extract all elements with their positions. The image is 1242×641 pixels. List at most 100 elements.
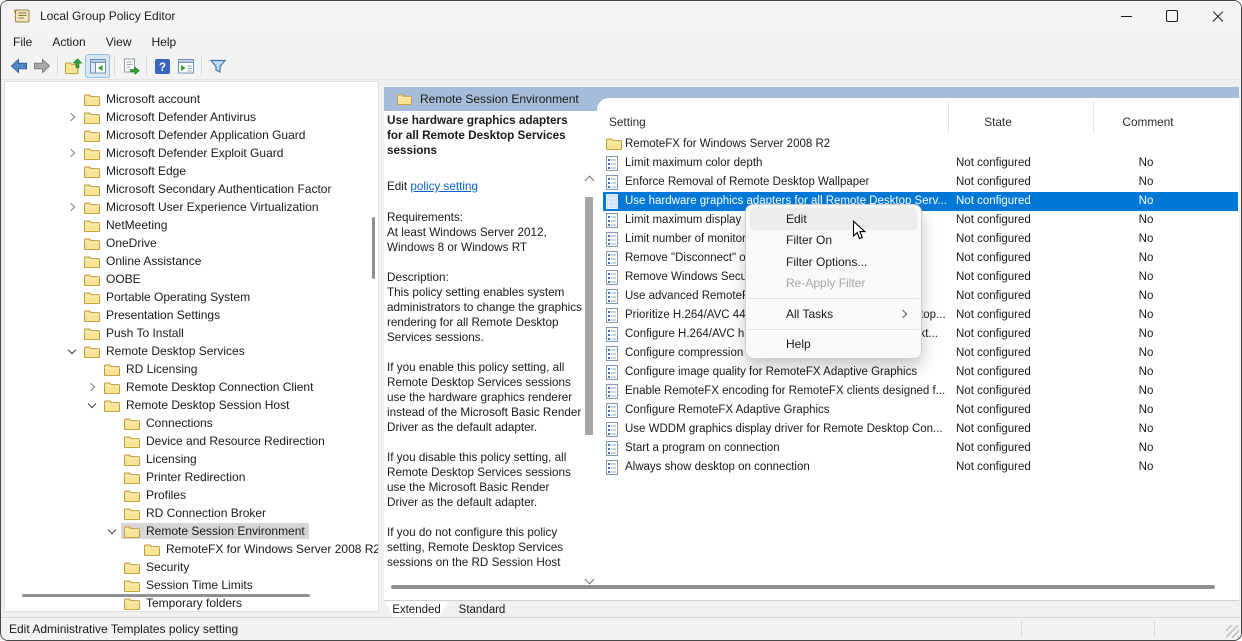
tree-item[interactable]: Remote Desktop Session Host [5, 396, 378, 414]
resize-grip[interactable] [1226, 625, 1239, 638]
context-menu-item-edit[interactable]: Edit [750, 208, 917, 230]
folder-icon [124, 579, 140, 592]
menubar-item-help[interactable]: Help [142, 32, 187, 52]
tree-item[interactable]: Microsoft User Experience Virtualization [5, 198, 378, 216]
description-scrollbar[interactable] [582, 175, 596, 585]
setting-name: RemoteFX for Windows Server 2008 R2 [625, 138, 830, 150]
policy-setting-icon [606, 213, 618, 228]
settings-row[interactable]: Always show desktop on connectionNot con… [603, 458, 1238, 477]
tree-vertical-scrollbar[interactable] [372, 217, 375, 279]
tree-item[interactable]: Profiles [5, 486, 378, 504]
tree-item[interactable]: RD Connection Broker [5, 504, 378, 522]
tab-standard[interactable]: Standard [449, 601, 515, 618]
description-section-text: At least Windows Server 2012, Windows 8 … [387, 225, 583, 255]
scroll-up-icon[interactable] [585, 176, 595, 186]
tree-item[interactable]: Microsoft Defender Antivirus [5, 108, 378, 126]
toolbar-filter-button[interactable] [206, 55, 229, 77]
settings-row[interactable]: Configure image quality for RemoteFX Ada… [603, 363, 1238, 382]
tree-item[interactable]: Connections [5, 414, 378, 432]
setting-state: Not configured [956, 404, 1051, 416]
column-header-comment[interactable]: Comment [1093, 115, 1203, 134]
tree-item[interactable]: Online Assistance [5, 252, 378, 270]
description-scrollbar-thumb[interactable] [585, 197, 593, 435]
chevron-right-icon[interactable] [63, 198, 81, 216]
setting-state: Not configured [956, 385, 1051, 397]
column-header-state[interactable]: State [948, 115, 1048, 134]
tree-item[interactable]: Licensing [5, 450, 378, 468]
setting-name: Enable RemoteFX encoding for RemoteFX cl… [625, 385, 945, 397]
tree-item[interactable]: Microsoft Edge [5, 162, 378, 180]
chevron-down-icon[interactable] [63, 342, 81, 360]
tree-item[interactable]: RemoteFX for Windows Server 2008 R2 [5, 540, 378, 558]
chevron-right-icon[interactable] [63, 108, 81, 126]
tree-item[interactable]: Remote Desktop Services [5, 342, 378, 360]
menubar-item-view[interactable]: View [96, 32, 142, 52]
toolbar-up-one-level-button[interactable] [62, 55, 85, 77]
tree-item[interactable]: OneDrive [5, 234, 378, 252]
minimize-button[interactable] [1103, 1, 1149, 31]
tree-item[interactable]: RD Licensing [5, 360, 378, 378]
menubar-item-action[interactable]: Action [42, 32, 95, 52]
tree-item[interactable]: Remote Session Environment [5, 522, 378, 540]
tree-item[interactable]: Push To Install [5, 324, 378, 342]
tree-item[interactable]: Microsoft Defender Application Guard [5, 126, 378, 144]
settings-row[interactable]: Enable RemoteFX encoding for RemoteFX cl… [603, 382, 1238, 401]
close-button[interactable] [1195, 1, 1241, 31]
toolbar-export-list-button[interactable] [119, 55, 142, 77]
chevron-placeholder [103, 486, 121, 504]
policy-setting-link[interactable]: policy setting [410, 180, 478, 193]
tree-item[interactable]: NetMeeting [5, 216, 378, 234]
tree-item[interactable]: Remote Desktop Connection Client [5, 378, 378, 396]
settings-row[interactable]: Use WDDM graphics display driver for Rem… [603, 420, 1238, 439]
tree-item[interactable]: Microsoft Secondary Authentication Facto… [5, 180, 378, 198]
toolbar-help-button[interactable]: ? [151, 55, 174, 77]
tree-item[interactable]: Session Time Limits [5, 576, 378, 594]
settings-row[interactable]: Configure RemoteFX Adaptive GraphicsNot … [603, 401, 1238, 420]
chevron-down-icon[interactable] [103, 522, 121, 540]
tree-item-body: Temporary folders [121, 595, 246, 611]
context-menu-item-all-tasks[interactable]: All Tasks [750, 303, 917, 325]
toolbar-show-console-tree-button[interactable] [85, 54, 110, 78]
tree-item[interactable]: Security [5, 558, 378, 576]
menubar-item-file[interactable]: File [3, 32, 42, 52]
tree-item[interactable]: OOBE [5, 270, 378, 288]
close-icon [1212, 10, 1224, 22]
folder-icon [124, 525, 140, 538]
context-menu-item-help[interactable]: Help [750, 334, 917, 356]
settings-row[interactable]: Start a program on connectionNot configu… [603, 439, 1238, 458]
tree-item[interactable]: Portable Operating System [5, 288, 378, 306]
tree-item[interactable]: Microsoft account [5, 90, 378, 108]
tree-item[interactable]: Printer Redirection [5, 468, 378, 486]
chevron-right-icon[interactable] [63, 144, 81, 162]
setting-comment: No [1106, 195, 1186, 207]
context-menu-item-filter-options[interactable]: Filter Options... [750, 251, 917, 273]
column-header-setting[interactable]: Setting [609, 115, 646, 134]
chevron-right-icon[interactable] [83, 378, 101, 396]
tree-item[interactable]: Presentation Settings [5, 306, 378, 324]
settings-row[interactable]: Limit maximum color depthNot configuredN… [603, 154, 1238, 173]
chevron-placeholder [63, 306, 81, 324]
setting-comment: No [1106, 328, 1186, 340]
toolbar: ? [1, 53, 1241, 80]
context-menu-item-re-apply-filter: Re-Apply Filter [750, 273, 917, 295]
settings-row[interactable]: Enforce Removal of Remote Desktop Wallpa… [603, 173, 1238, 192]
maximize-button[interactable] [1149, 1, 1195, 31]
settings-row[interactable]: RemoteFX for Windows Server 2008 R2 [603, 135, 1238, 154]
mouse-cursor [852, 220, 867, 244]
tree-item[interactable]: Device and Resource Redirection [5, 432, 378, 450]
tree-item-body: Presentation Settings [81, 307, 224, 323]
svg-text:?: ? [159, 61, 166, 73]
policy-setting-icon [606, 384, 618, 399]
context-menu-item-filter-on[interactable]: Filter On [750, 230, 917, 252]
list-horizontal-scrollbar[interactable] [391, 585, 1215, 589]
toolbar-back-button[interactable] [7, 55, 30, 77]
context-menu-separator [748, 298, 919, 299]
chevron-down-icon[interactable] [83, 396, 101, 414]
toolbar-forward-button[interactable] [30, 55, 53, 77]
action-pane-icon [177, 58, 195, 75]
tree-item[interactable]: Microsoft Defender Exploit Guard [5, 144, 378, 162]
tab-extended[interactable]: Extended [385, 601, 448, 618]
tree-horizontal-scrollbar[interactable] [22, 594, 310, 598]
toolbar-show-action-pane-button[interactable] [174, 55, 197, 77]
scroll-down-icon[interactable] [585, 575, 595, 585]
